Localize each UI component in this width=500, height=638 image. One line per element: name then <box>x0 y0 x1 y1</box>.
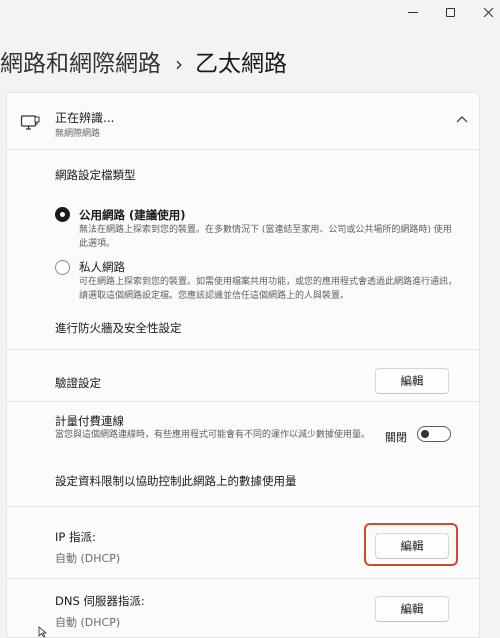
private-network-label[interactable]: 私人網路 <box>79 259 125 275</box>
breadcrumb: 網路和網際網路 › 乙太網路 <box>0 44 287 78</box>
divider <box>7 401 479 402</box>
public-network-label[interactable]: 公用網路 (建議使用) <box>79 207 186 223</box>
dns-edit-button[interactable]: 編輯 <box>375 596 449 622</box>
mouse-cursor-icon <box>38 626 48 638</box>
maximize-button[interactable] <box>432 0 468 24</box>
ip-edit-highlight <box>364 523 458 566</box>
close-icon <box>483 7 493 17</box>
network-status: 無網際網路 <box>55 129 101 139</box>
chevron-up-icon[interactable] <box>455 115 469 125</box>
divider <box>7 349 479 350</box>
metered-toggle-state: 關閉 <box>385 431 407 444</box>
ip-assignment-value: 自動 (DHCP) <box>55 552 121 565</box>
metered-label: 計量付費連線 <box>55 414 124 428</box>
network-panel: 正在辨識... 無網際網路 網路設定檔類型 公用網路 (建議使用) 無法在網路上… <box>6 92 480 638</box>
ethernet-monitor-icon <box>20 115 40 130</box>
firewall-settings-link[interactable]: 進行防火牆及安全性設定 <box>55 320 182 336</box>
public-network-radio[interactable] <box>55 207 70 222</box>
ip-assignment-label: IP 指派: <box>55 530 96 544</box>
profile-section-title: 網路設定檔類型 <box>55 168 136 182</box>
metered-toggle[interactable] <box>417 426 451 442</box>
toggle-knob <box>421 430 429 438</box>
public-network-desc: 無法在網路上探索到您的裝置。在多數情況下 (當連結至家用、公司或公共場所的網路時… <box>79 225 452 249</box>
page-title: 乙太網路 <box>195 51 287 77</box>
data-limit-link[interactable]: 設定資料限制以協助控制此網路上的數據使用量 <box>55 473 297 489</box>
private-network-desc: 可在網路上探索到您的裝置。如需使用檔案共用功能，或您的應用程式會透過此網路進行通… <box>79 277 458 301</box>
divider <box>7 149 479 150</box>
auth-settings-label: 驗證設定 <box>55 376 101 390</box>
dns-assignment-label: DNS 伺服器指派: <box>55 594 145 608</box>
divider <box>7 578 479 579</box>
network-name: 正在辨識... <box>55 111 115 125</box>
minimize-button[interactable] <box>395 0 431 24</box>
minimize-icon <box>408 11 418 13</box>
private-network-radio[interactable] <box>55 260 70 275</box>
maximize-icon <box>445 7 455 17</box>
divider <box>7 506 479 507</box>
breadcrumb-parent[interactable]: 網路和網際網路 <box>0 51 161 77</box>
auth-edit-button[interactable]: 編輯 <box>375 368 449 394</box>
metered-desc: 當您與這個網路連線時，有些應用程式可能會有不同的運作以減少數據使用量。 <box>55 430 371 440</box>
close-button[interactable] <box>470 0 500 24</box>
dns-assignment-value: 自動 (DHCP) <box>55 616 121 629</box>
breadcrumb-separator: › <box>175 52 183 76</box>
